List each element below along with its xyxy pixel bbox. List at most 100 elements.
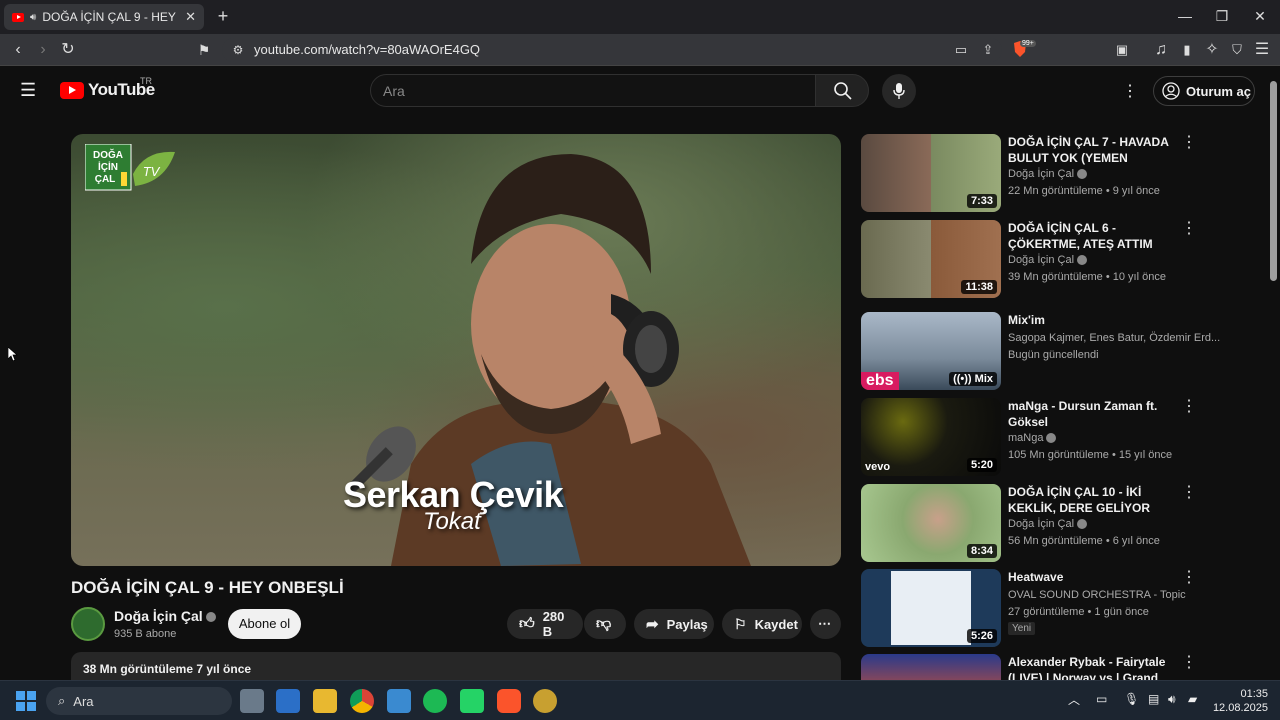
new-tab-button[interactable]: + xyxy=(208,6,238,26)
recommendation-item[interactable]: 7:33 DOĞA İÇİN ÇAL 7 - HAVADA BULUT YOK … xyxy=(861,134,1201,212)
page-scrollbar[interactable] xyxy=(1268,67,1280,680)
recommendation-item[interactable]: 11:38 DOĞA İÇİN ÇAL 6 - ÇÖKERTME, ATEŞ A… xyxy=(861,220,1201,298)
recommendation-item[interactable]: 5:26 Heatwave OVAL SOUND ORCHESTRA - Top… xyxy=(861,569,1201,647)
duration-badge: 5:26 xyxy=(966,629,997,643)
scrollbar-thumb[interactable] xyxy=(1270,81,1277,281)
hamburger-menu-icon[interactable]: ☰ xyxy=(20,80,36,101)
share-icon[interactable]: ⇪ xyxy=(978,40,998,60)
recommendation-channel[interactable]: Doğa İçin Çal xyxy=(1008,168,1088,180)
chrome-icon[interactable] xyxy=(350,689,374,713)
browser-tab[interactable]: 🔊︎ DOĞA İÇİN ÇAL 9 - HEY ONBEŞLİ ✕ xyxy=(4,4,204,30)
search-button[interactable] xyxy=(815,74,869,107)
browser-tab-bar: 🔊︎ DOĞA İÇİN ÇAL 9 - HEY ONBEŞLİ ✕ + — ❐… xyxy=(0,0,1280,34)
video-player[interactable]: DOĞA İÇİN ÇAL TV Serkan Çevik Tokat xyxy=(71,134,841,566)
youtube-favicon-icon xyxy=(12,12,24,22)
recommendation-channel[interactable]: Doğa İçin Çal xyxy=(1008,254,1088,266)
taskbar-search-label: Ara xyxy=(73,693,94,709)
spotify-icon[interactable] xyxy=(423,689,447,713)
share-button[interactable]: ➦ Paylaş xyxy=(634,609,714,639)
subscribe-button[interactable]: Abone ol xyxy=(228,609,301,639)
recommendation-title[interactable]: DOĞA İÇİN ÇAL 7 - HAVADA BULUT YOK (YEME… xyxy=(1008,134,1183,166)
recommendation-item[interactable]: 8:34 DOĞA İÇİN ÇAL 10 - İKİ KEKLİK, DERE… xyxy=(861,484,1201,562)
recommendation-channel[interactable]: maNga xyxy=(1008,432,1057,444)
recommendation-title[interactable]: maNga - Dursun Zaman ft. Göksel xyxy=(1008,398,1183,430)
channel-avatar[interactable] xyxy=(71,607,105,641)
back-icon[interactable]: ‹ xyxy=(8,40,28,60)
vpn-icon[interactable]: ⛉ xyxy=(1227,40,1247,60)
voice-search-button[interactable] xyxy=(882,74,916,108)
channel-logo-watermark: DOĞA İÇİN ÇAL TV xyxy=(85,144,175,191)
recommendation-thumbnail[interactable]: vevo 5:20 xyxy=(861,398,1001,476)
recommendation-channel[interactable]: Doğa İçin Çal xyxy=(1008,518,1088,530)
close-tab-icon[interactable]: ✕ xyxy=(185,9,196,25)
like-count: 280 B xyxy=(542,609,565,639)
photos-icon[interactable] xyxy=(387,689,411,713)
recommendation-channel[interactable]: Sagopa Kajmer, Enes Batur, Özdemir Erd..… xyxy=(1008,332,1220,344)
more-vertical-icon[interactable]: ⋮ xyxy=(1181,654,1197,674)
network-icon[interactable]: ▤ xyxy=(1148,692,1159,706)
store-icon[interactable] xyxy=(276,689,300,713)
minimize-button[interactable]: — xyxy=(1170,6,1200,26)
recommendation-title[interactable]: Mix'im xyxy=(1008,312,1183,328)
dislike-button[interactable]: 👎︎ xyxy=(584,609,626,639)
taskbar-search[interactable]: ⌕ Ara xyxy=(46,687,232,715)
leo-ai-icon[interactable]: ✧ xyxy=(1202,40,1222,60)
sidebar-icon[interactable]: ▮ xyxy=(1177,40,1197,60)
more-vertical-icon[interactable]: ⋮ xyxy=(1181,569,1197,589)
like-button[interactable]: 👍︎ 280 B xyxy=(507,609,583,639)
windows-start-icon[interactable] xyxy=(16,691,36,716)
task-view-icon[interactable] xyxy=(240,689,264,713)
signin-button[interactable]: Oturum aç xyxy=(1153,76,1255,106)
recommendation-thumbnail[interactable]: 11:38 xyxy=(861,220,1001,298)
recommendation-thumbnail[interactable]: 8:34 xyxy=(861,484,1001,562)
recommendation-item[interactable]: Alexander Rybak - Fairytale (LIVE) | Nor… xyxy=(861,654,1201,680)
recommendation-title[interactable]: DOĞA İÇİN ÇAL 6 - ÇÖKERTME, ATEŞ ATTIM S… xyxy=(1008,220,1183,252)
file-explorer-icon[interactable] xyxy=(313,689,337,713)
recommendation-title[interactable]: DOĞA İÇİN ÇAL 10 - İKİ KEKLİK, DERE GELİ… xyxy=(1008,484,1183,516)
channel-name[interactable]: Doğa İçin Çal xyxy=(114,608,216,624)
screenshot-icon[interactable]: ▣ xyxy=(1112,40,1132,60)
taskbar-clock[interactable]: 01:35 12.08.2025 xyxy=(1212,687,1268,715)
recommendation-meta: 22 Mn görüntüleme • 9 yıl önce xyxy=(1008,185,1160,197)
more-actions-button[interactable]: ⋯ xyxy=(810,609,841,639)
cast-icon[interactable]: ▭ xyxy=(951,40,971,60)
reload-icon[interactable]: ↻ xyxy=(58,40,78,60)
whatsapp-icon[interactable] xyxy=(460,689,484,713)
svg-text:TV: TV xyxy=(143,164,161,179)
battery-icon[interactable]: ▰ xyxy=(1188,692,1197,706)
search-box xyxy=(370,74,816,107)
recommendation-thumbnail[interactable] xyxy=(861,654,1001,680)
duration-badge: 5:20 xyxy=(966,458,997,472)
app-icon[interactable] xyxy=(533,689,557,713)
save-button[interactable]: ⚐ Kaydet xyxy=(722,609,802,639)
menu-icon[interactable]: ☰ xyxy=(1252,40,1272,60)
more-vertical-icon[interactable]: ⋮ xyxy=(1181,220,1197,240)
recommendation-item[interactable]: vevo 5:20 maNga - Dursun Zaman ft. Gökse… xyxy=(861,398,1201,476)
music-icon[interactable]: ♫ xyxy=(1151,40,1171,60)
forward-icon[interactable]: › xyxy=(33,40,53,60)
recommendation-meta: 56 Mn görüntüleme • 6 yıl önce xyxy=(1008,535,1160,547)
brave-taskbar-icon[interactable] xyxy=(497,689,521,713)
recommendation-item[interactable]: ebs ((•)) Mix Mix'im Sagopa Kajmer, Enes… xyxy=(861,312,1220,390)
more-vertical-icon[interactable]: ⋮ xyxy=(1181,134,1197,154)
close-window-button[interactable]: ✕ xyxy=(1245,6,1275,26)
tray-mic-icon[interactable]: 🎙︎ xyxy=(1124,692,1139,706)
url-text: youtube.com/watch?v=80aWAOrE4GQ xyxy=(254,42,481,57)
tray-app-icon[interactable]: ▭ xyxy=(1096,692,1107,706)
tray-chevron-icon[interactable]: ︿ xyxy=(1068,691,1080,708)
settings-more-icon[interactable]: ⋮ xyxy=(1122,81,1138,101)
recommendation-channel[interactable]: OVAL SOUND ORCHESTRA - Topic xyxy=(1008,589,1186,601)
volume-icon[interactable]: 🔊︎ xyxy=(1168,692,1176,707)
recommendation-thumbnail[interactable]: 7:33 xyxy=(861,134,1001,212)
bookmark-icon[interactable]: ⚑ xyxy=(194,40,214,60)
youtube-logo[interactable]: YouTube TR xyxy=(60,76,155,100)
maximize-button[interactable]: ❐ xyxy=(1207,6,1237,26)
recommendation-thumbnail[interactable]: ebs ((•)) Mix xyxy=(861,312,1001,390)
more-vertical-icon[interactable]: ⋮ xyxy=(1181,398,1197,418)
more-vertical-icon[interactable]: ⋮ xyxy=(1181,484,1197,504)
search-input[interactable] xyxy=(371,75,815,106)
site-info-icon[interactable]: ⚙ xyxy=(228,40,248,60)
recommendation-title[interactable]: Alexander Rybak - Fairytale (LIVE) | Nor… xyxy=(1008,654,1183,680)
recommendation-thumbnail[interactable]: 5:26 xyxy=(861,569,1001,647)
recommendation-title[interactable]: Heatwave xyxy=(1008,569,1183,585)
